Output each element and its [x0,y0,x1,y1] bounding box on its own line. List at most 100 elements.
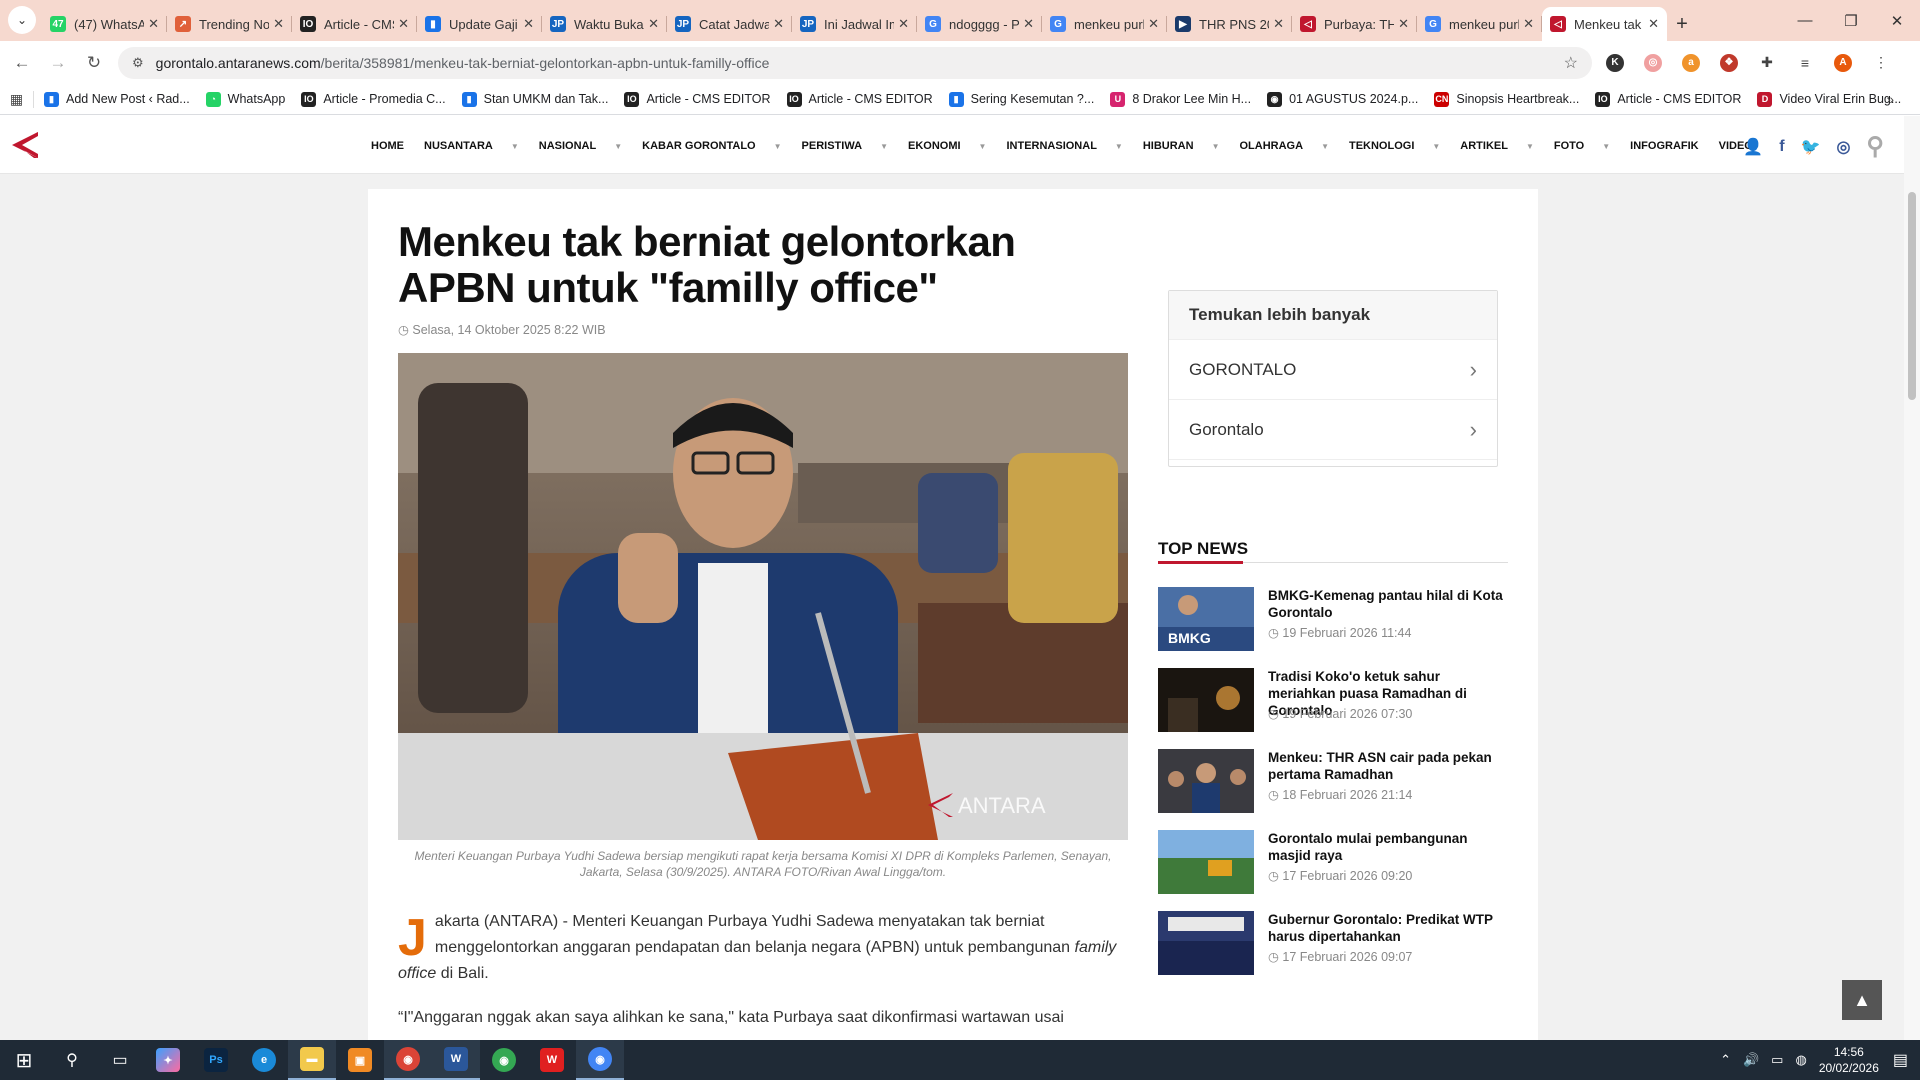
taskbar-search-icon[interactable]: ⚲ [48,1040,96,1080]
news-thumbnail[interactable] [1158,668,1254,732]
close-tab-icon[interactable]: ✕ [898,16,909,32]
menu-item-foto[interactable]: FOTO ▼ [1554,140,1620,152]
menu-item-ekonomi[interactable]: EKONOMI ▼ [908,140,996,152]
browser-tab[interactable]: Gmenkeu purbaya - Google✕ [1417,7,1542,41]
bookmark-item[interactable]: ◔ WhatsApp [205,91,285,107]
network-icon[interactable]: ▭ [1771,1052,1783,1068]
browser-tab[interactable]: ◁ Purbaya: THR ASN✕ [1292,7,1417,41]
search-icon[interactable]: ⚲ [1866,132,1884,161]
extension-red-icon[interactable]: ❖ [1714,48,1744,78]
close-tab-icon[interactable]: ✕ [773,16,784,32]
bookmark-item[interactable]: CN Sinopsis Heartbreak... [1434,91,1579,107]
close-tab-icon[interactable]: ✕ [1148,16,1159,32]
close-tab-icon[interactable]: ✕ [398,16,409,32]
scrollbar-thumb[interactable] [1908,192,1916,400]
news-thumbnail[interactable]: BMKG [1158,587,1254,651]
bookmark-item[interactable]: ▮ Stan UMKM dan Tak... [461,91,608,107]
close-tab-icon[interactable]: ✕ [273,16,284,32]
antara-logo[interactable] [8,128,42,162]
chrome-profile-icon[interactable]: ◉ [384,1040,432,1080]
bookmark-item[interactable]: U 8 Drakor Lee Min H... [1110,91,1251,107]
reload-icon[interactable]: ↻ [80,49,108,77]
extension-dark-icon[interactable]: K [1600,48,1630,78]
notifications-icon[interactable]: ▤ [1893,1050,1908,1070]
discover-item-2[interactable]: Gorontalo › [1169,400,1497,460]
bookmark-item[interactable]: IO Article - CMS EDITOR [624,91,771,107]
browser-tab[interactable]: 47 (47) WhatsApp✕ [42,7,167,41]
edge-icon[interactable]: e [240,1040,288,1080]
tray-chevron-icon[interactable]: ⌃ [1720,1052,1731,1068]
browser-tab[interactable]: JP Ini Jadwal Imsakiyah✕ [792,7,917,41]
task-view-icon[interactable]: ▭ [96,1040,144,1080]
restore-icon[interactable]: ❐ [1828,0,1874,41]
close-tab-icon[interactable]: ✕ [648,16,659,32]
news-item[interactable]: Gorontalo mulai pembangunan masjid raya … [1158,830,1508,894]
tab-search-button[interactable]: ⌄ [8,6,36,34]
browser-tab[interactable]: ▮ Update Gaji PNS✕ [417,7,542,41]
start-icon[interactable]: ⊞ [0,1040,48,1080]
close-window-icon[interactable]: ✕ [1874,0,1920,41]
browser-tab[interactable]: ◁ Menkeu tak berniat✕ [1542,7,1667,41]
menu-item-internasional[interactable]: INTERNASIONAL ▼ [1006,140,1132,152]
minimize-icon[interactable]: — [1782,0,1828,41]
bookmark-item[interactable]: IO Article - CMS EDITOR [786,91,933,107]
news-title[interactable]: Gubernur Gorontalo: Predikat WTP harus d… [1268,911,1508,945]
clock[interactable]: 14:56 20/02/2026 [1819,1044,1879,1076]
close-tab-icon[interactable]: ✕ [1023,16,1034,32]
news-item[interactable]: Tradisi Koko'o ketuk sahur meriahkan pua… [1158,668,1508,732]
site-info-icon[interactable]: ⚙ [132,55,144,71]
bookmark-item[interactable]: D Video Viral Erin Bug... [1757,91,1901,107]
volume-icon[interactable]: 🔊 [1743,1052,1759,1068]
extensions-puzzle-icon[interactable]: ✚ [1752,48,1782,78]
browser-tab[interactable]: ↗ Trending Now✕ [167,7,292,41]
browser-tab[interactable]: Gmenkeu purbaya - Google✕ [1042,7,1167,41]
menu-item-infografik[interactable]: INFOGRAFIK [1630,140,1708,152]
extension-instagram-icon[interactable]: ◎ [1638,48,1668,78]
browser-tab[interactable]: ▶ THR PNS 2026✕ [1167,7,1292,41]
menu-item-hiburan[interactable]: HIBURAN ▼ [1143,140,1230,152]
twitter-icon[interactable]: 🐦 [1801,137,1821,157]
forward-icon[interactable]: → [44,49,72,77]
news-item[interactable]: Menkeu: THR ASN cair pada pekan pertama … [1158,749,1508,813]
menu-item-artikel[interactable]: ARTIKEL ▼ [1460,140,1544,152]
menu-item-home[interactable]: HOME [371,140,414,152]
menu-item-peristiwa[interactable]: PERISTIWA ▼ [802,140,898,152]
bookmark-item[interactable]: ◉ 01 AGUSTUS 2024.p... [1267,91,1418,107]
menu-item-kabar-gorontalo[interactable]: KABAR GORONTALO ▼ [642,140,791,152]
news-title[interactable]: Gorontalo mulai pembangunan masjid raya [1268,830,1508,864]
browser-tab[interactable]: IO Article - CMS EDITOR✕ [292,7,417,41]
facebook-icon[interactable]: f [1779,138,1784,156]
menu-item-teknologi[interactable]: TEKNOLOGI ▼ [1349,140,1450,152]
close-tab-icon[interactable]: ✕ [148,16,159,32]
user-icon[interactable]: 👤 [1743,137,1763,157]
back-icon[interactable]: ← [8,49,36,77]
bookmark-item[interactable]: ▮ Sering Kesemutan ?... [948,91,1094,107]
news-item[interactable]: Gubernur Gorontalo: Predikat WTP harus d… [1158,911,1508,975]
browser-menu-icon[interactable]: ⋮ [1866,48,1896,78]
chrome-active-icon[interactable]: ◉ [576,1040,624,1080]
new-tab-button[interactable]: + [1667,7,1697,41]
article-photo[interactable]: ANTARA [398,353,1128,840]
news-thumbnail[interactable] [1158,911,1254,975]
bookmarks-overflow-icon[interactable]: » [1886,91,1894,107]
back-to-top-button[interactable]: ▲ [1842,980,1882,1020]
wps-icon[interactable]: W [528,1040,576,1080]
bookmark-item[interactable]: IO Article - CMS EDITOR [1595,91,1741,107]
close-tab-icon[interactable]: ✕ [523,16,534,32]
instagram-icon[interactable]: ◎ [1836,137,1850,157]
news-thumbnail[interactable] [1158,749,1254,813]
url-input[interactable]: ⚙ gorontalo.antaranews.com/berita/358981… [118,46,1592,79]
browser-tab[interactable]: JP Waktu Buka Puasa✕ [542,7,667,41]
close-tab-icon[interactable]: ✕ [1648,16,1659,32]
bookmark-item[interactable]: ▮ Add New Post ‹ Rad... [44,91,190,107]
browser-tab[interactable]: Gndogggg - Penelusuran✕ [917,7,1042,41]
copilot-icon[interactable]: ✦ [144,1040,192,1080]
discover-item-1[interactable]: GORONTALO › [1169,340,1497,400]
page-scrollbar[interactable] [1904,116,1920,1040]
gallery-icon[interactable]: ▣ [336,1040,384,1080]
news-thumbnail[interactable] [1158,830,1254,894]
bookmark-star-icon[interactable]: ☆ [1564,53,1578,73]
profile-avatar[interactable]: A [1828,48,1858,78]
menu-item-olahraga[interactable]: OLAHRAGA ▼ [1240,140,1339,152]
close-tab-icon[interactable]: ✕ [1273,16,1284,32]
